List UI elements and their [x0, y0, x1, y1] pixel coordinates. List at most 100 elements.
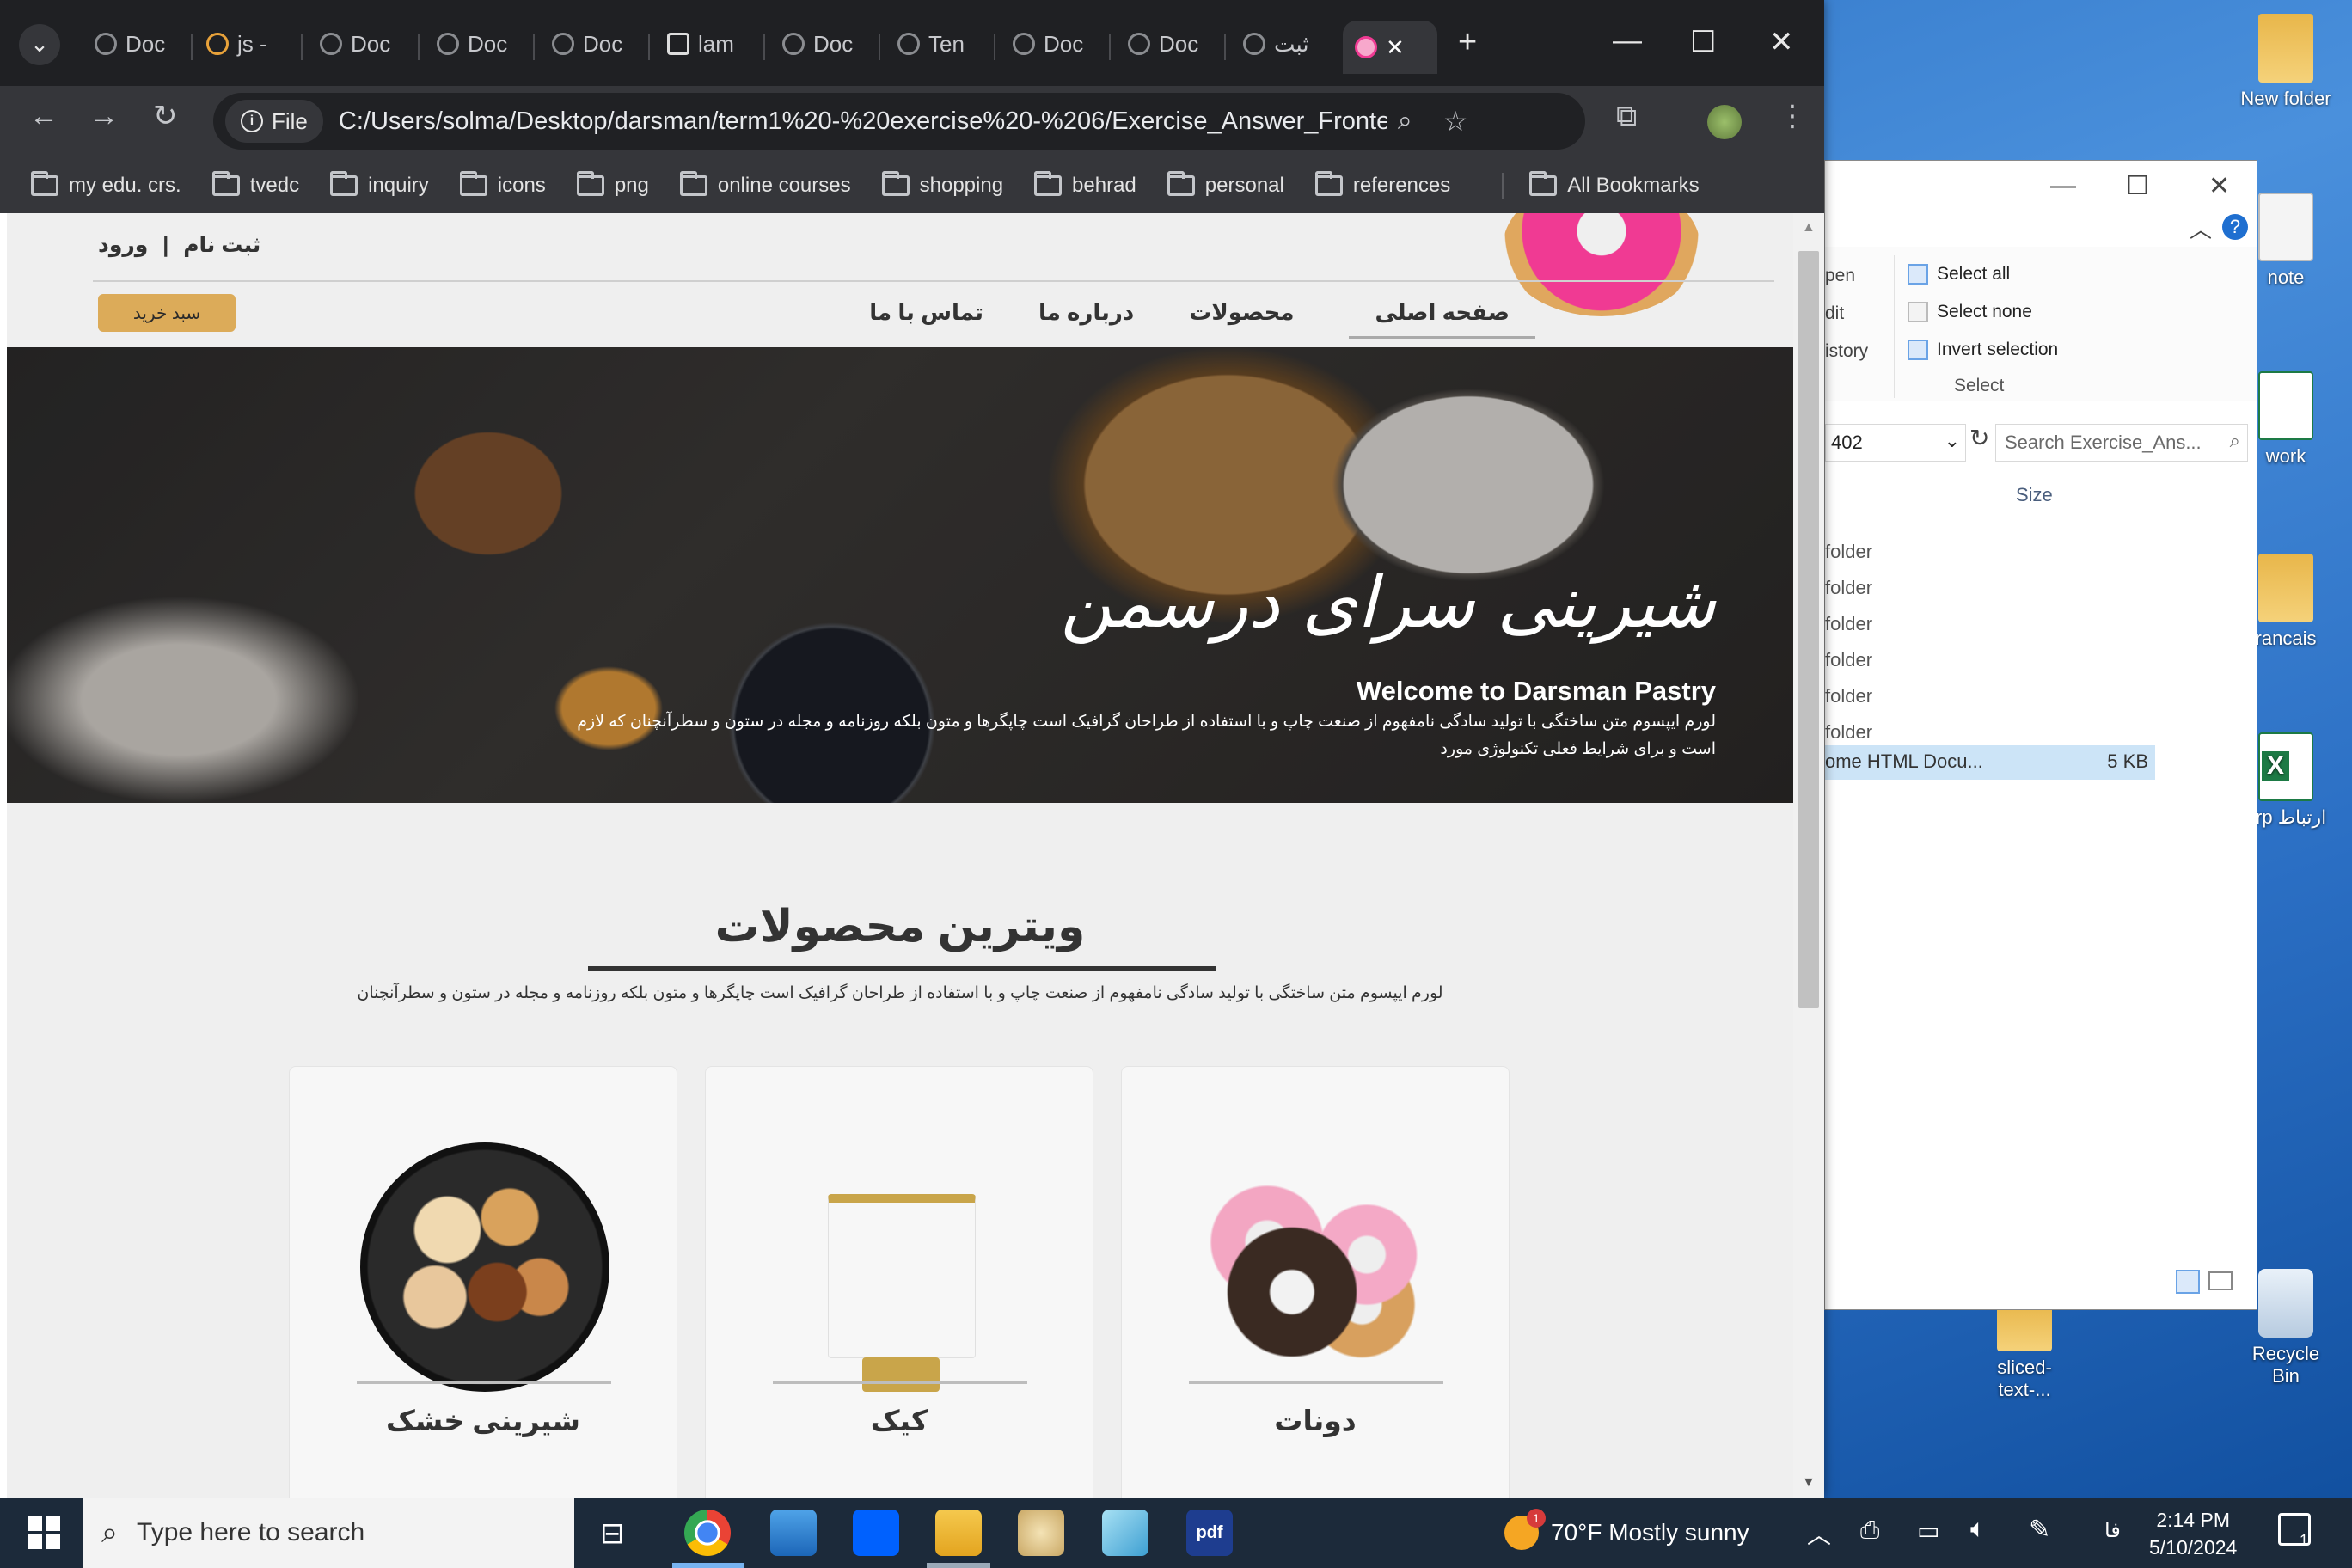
cart-button[interactable]: سبد خرید: [98, 294, 236, 332]
snipping-tool-app-icon[interactable]: [1102, 1510, 1148, 1556]
select-all-button[interactable]: Select all: [1908, 264, 2010, 285]
column-header-size[interactable]: Size: [2016, 484, 2053, 506]
minimize-button[interactable]: —: [1613, 26, 1642, 55]
help-icon[interactable]: ?: [2222, 214, 2248, 240]
details-view-icon[interactable]: [2176, 1270, 2200, 1294]
back-icon[interactable]: ←: [29, 101, 58, 131]
address-bar[interactable]: i File C:/Users/solma/Desktop/darsman/ter…: [213, 93, 1585, 150]
refresh-icon[interactable]: ↻: [1969, 424, 1989, 452]
paint-app-icon[interactable]: [1018, 1510, 1064, 1556]
tab[interactable]: Doc: [425, 21, 533, 67]
volume-icon[interactable]: 🔈︎: [1970, 1515, 1986, 1544]
bookmark-folder[interactable]: references: [1314, 171, 1450, 198]
product-card-cake[interactable]: کیک: [705, 1066, 1093, 1498]
collapse-ribbon-icon[interactable]: ︿: [2190, 212, 2212, 244]
tab[interactable]: Ten: [885, 21, 994, 67]
notification-icon[interactable]: 1: [2278, 1513, 2311, 1549]
zoom-icon[interactable]: ⌕: [1398, 107, 1412, 136]
login-link[interactable]: ورود: [98, 233, 148, 257]
bookmark-star-icon[interactable]: ☆: [1443, 105, 1468, 138]
register-link[interactable]: ثبت نام: [183, 233, 260, 257]
selected-list-item[interactable]: ome HTML Docu... 5 KB: [1825, 745, 2155, 780]
clock[interactable]: 2:14 PM 5/10/2024: [2149, 1506, 2237, 1561]
search-input[interactable]: Search Exercise_Ans... ⌕: [1995, 424, 2248, 462]
list-item[interactable]: folder: [1825, 642, 1872, 678]
weather-widget[interactable]: 1 70°F Mostly sunny: [1504, 1498, 1749, 1568]
tab[interactable]: Doc: [83, 21, 191, 67]
meet-now-icon[interactable]: ⎙: [1860, 1516, 1879, 1545]
address-bar[interactable]: 402 ⌄: [1825, 424, 1966, 462]
scroll-down-icon[interactable]: ▼: [1802, 1475, 1816, 1491]
dropbox-app-icon[interactable]: [853, 1510, 899, 1556]
reload-icon[interactable]: ↻: [153, 101, 178, 131]
chrome-app-icon[interactable]: [684, 1510, 731, 1556]
taskbar-search[interactable]: ⌕ Type here to search: [83, 1498, 574, 1568]
maximize-button[interactable]: ☐: [1690, 28, 1716, 57]
minimize-button[interactable]: —: [2050, 171, 2076, 200]
tab[interactable]: Doc: [540, 21, 648, 67]
large-icons-view-icon[interactable]: [2208, 1271, 2233, 1290]
desktop-icon-new-folder[interactable]: New folder: [2239, 14, 2333, 110]
tab-search-button[interactable]: ⌄: [19, 24, 60, 65]
ribbon-edit-item[interactable]: dit: [1825, 303, 1844, 324]
invert-selection-button[interactable]: Invert selection: [1908, 340, 2058, 360]
scrollbar-thumb[interactable]: [1798, 251, 1819, 1008]
ribbon-open-item[interactable]: pen: [1825, 266, 1855, 286]
new-tab-button[interactable]: +: [1458, 26, 1477, 58]
forward-icon[interactable]: →: [89, 101, 119, 131]
maximize-button[interactable]: ☐: [2126, 171, 2149, 201]
task-view-icon[interactable]: ⊟: [600, 1516, 625, 1551]
bookmark-folder[interactable]: behrad: [1034, 171, 1136, 198]
url-text[interactable]: C:/Users/solma/Desktop/darsman/term1%20-…: [339, 107, 1387, 136]
tab[interactable]: js -: [194, 21, 299, 67]
extensions-icon[interactable]: ⧉: [1616, 101, 1637, 131]
bookmark-folder[interactable]: inquiry: [330, 171, 429, 198]
nav-item-home[interactable]: صفحه اصلی: [1349, 299, 1535, 339]
ribbon-history-item[interactable]: istory: [1825, 341, 1868, 362]
site-info-chip[interactable]: i File: [225, 100, 323, 143]
remote-desktop-app-icon[interactable]: [770, 1510, 817, 1556]
profile-avatar[interactable]: [1707, 105, 1742, 139]
tab-active[interactable]: ✕: [1343, 21, 1437, 74]
language-indicator[interactable]: فا: [2104, 1518, 2121, 1543]
nav-item-contact[interactable]: تماس با ما: [869, 299, 983, 339]
pdf-pro-app-icon[interactable]: pdf: [1186, 1510, 1233, 1556]
close-button[interactable]: ✕: [1769, 28, 1794, 57]
list-item[interactable]: folder: [1825, 570, 1872, 606]
show-hidden-icons-icon[interactable]: ︿: [1807, 1516, 1831, 1551]
bookmark-folder[interactable]: online courses: [679, 171, 851, 198]
tab[interactable]: Doc: [1001, 21, 1109, 67]
folder-icon: [459, 171, 487, 196]
list-item[interactable]: folder: [1825, 678, 1872, 714]
all-bookmarks-button[interactable]: All Bookmarks: [1529, 171, 1700, 198]
list-item[interactable]: folder: [1825, 534, 1872, 570]
tab[interactable]: Doc: [308, 21, 416, 67]
windows-start-icon[interactable]: [28, 1516, 60, 1549]
close-tab-icon[interactable]: ✕: [1386, 34, 1405, 61]
desktop-icon-sliced-text[interactable]: sliced-text-...: [1977, 1303, 2072, 1401]
scroll-up-icon[interactable]: ▲: [1802, 220, 1816, 236]
tab[interactable]: lam: [655, 21, 763, 67]
file-explorer-app-icon[interactable]: [935, 1510, 982, 1556]
tab[interactable]: ثبت: [1231, 21, 1339, 67]
bookmark-folder[interactable]: personal: [1167, 171, 1284, 198]
menu-kebab-icon[interactable]: ⋮: [1778, 101, 1807, 131]
close-button[interactable]: ✕: [2208, 171, 2230, 201]
tab[interactable]: Doc: [770, 21, 879, 67]
select-none-button[interactable]: Select none: [1908, 302, 2032, 322]
nav-item-products[interactable]: محصولات: [1189, 299, 1294, 339]
bookmark-folder[interactable]: shopping: [881, 171, 1003, 198]
bookmark-folder[interactable]: my edu. crs.: [31, 171, 181, 198]
list-item[interactable]: folder: [1825, 606, 1872, 642]
nav-item-about[interactable]: درباره ما: [1038, 299, 1134, 339]
tab[interactable]: Doc: [1116, 21, 1224, 67]
bookmark-folder[interactable]: png: [576, 171, 649, 198]
page-scrollbar[interactable]: ▲ ▼: [1793, 213, 1824, 1498]
bookmark-folder[interactable]: tvedc: [211, 171, 299, 198]
product-card-donut[interactable]: دونات: [1121, 1066, 1510, 1498]
chevron-down-icon[interactable]: ⌄: [1945, 430, 1960, 452]
bookmark-folder[interactable]: icons: [459, 171, 546, 198]
pen-icon[interactable]: ✎: [2029, 1515, 2050, 1545]
product-card-cookies[interactable]: شیرینی خشک: [289, 1066, 677, 1498]
battery-icon[interactable]: ▭: [1917, 1516, 1939, 1545]
